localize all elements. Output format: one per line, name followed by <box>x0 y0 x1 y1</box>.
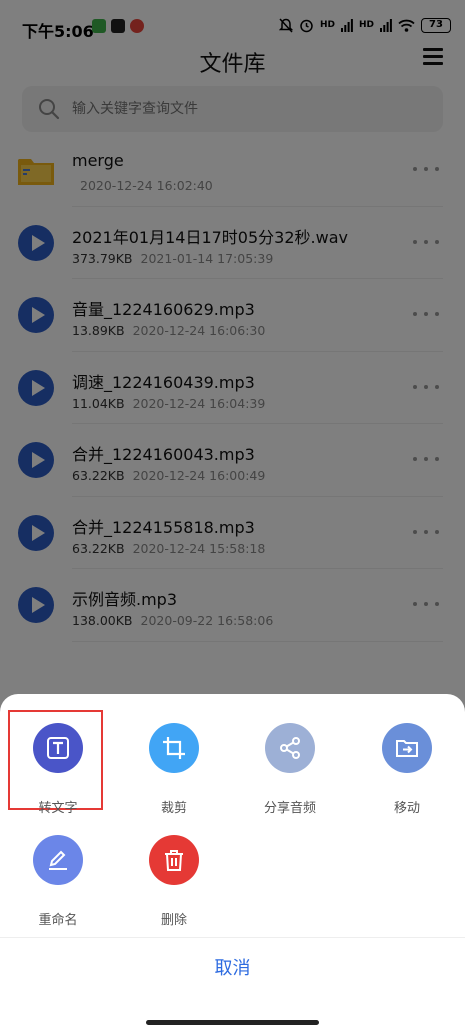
action-icon-bg <box>33 723 83 773</box>
action-icon-bg <box>149 723 199 773</box>
share-icon <box>280 737 300 759</box>
action-icon-bg <box>382 723 432 773</box>
move-icon <box>396 740 418 757</box>
edit-icon <box>49 850 67 870</box>
share-audio-button[interactable]: 分享音频 <box>240 711 340 816</box>
delete-button[interactable]: 删除 <box>124 823 224 928</box>
transcribe-button[interactable]: 转文字 <box>8 711 108 816</box>
trash-icon <box>165 850 183 871</box>
action-icon-bg <box>149 835 199 885</box>
home-indicator[interactable] <box>146 1020 319 1025</box>
move-button[interactable]: 移动 <box>357 711 457 816</box>
crop-button[interactable]: 裁剪 <box>124 711 224 816</box>
action-label: 移动 <box>393 801 420 816</box>
action-label: 分享音频 <box>263 801 316 816</box>
action-label: 裁剪 <box>160 801 187 816</box>
crop-icon <box>163 737 185 759</box>
action-icon-bg <box>265 723 315 773</box>
action-bottom-sheet: 转文字 裁剪 分享音频 移动 重命名 删除 取消 <box>0 694 465 1033</box>
action-label: 转文字 <box>38 801 78 816</box>
text-icon <box>47 737 69 759</box>
cancel-button[interactable]: 取消 <box>0 938 465 1000</box>
action-label: 重命名 <box>38 913 78 928</box>
action-label: 删除 <box>160 913 187 928</box>
action-icon-bg <box>33 835 83 885</box>
rename-button[interactable]: 重命名 <box>8 823 108 928</box>
